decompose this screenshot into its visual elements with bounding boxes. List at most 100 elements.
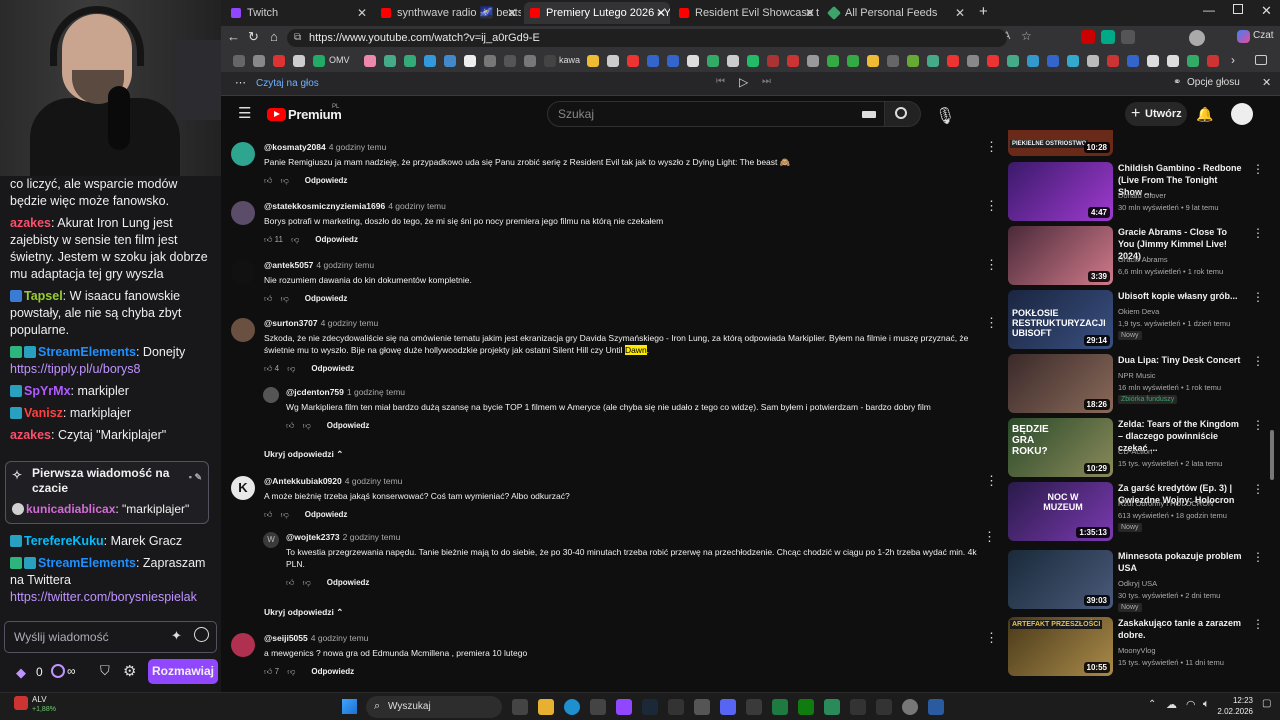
points-icon[interactable]: ◆: [16, 665, 26, 681]
related-video[interactable]: BĘDZIE GRA ROKU? 10:29 Zelda: Tears of th…: [1008, 418, 1273, 478]
bookmark-icon[interactable]: [747, 55, 759, 67]
bookmark-icon[interactable]: [273, 55, 285, 67]
bookmark-icon[interactable]: [667, 55, 679, 67]
reply-button[interactable]: Odpowiedz: [311, 667, 354, 676]
like-icon[interactable]: 👍︎: [264, 176, 272, 185]
comment-author[interactable]: @statekkosmicznyziemia1696: [264, 201, 385, 211]
bookmark-icon[interactable]: [767, 55, 779, 67]
video-thumbnail[interactable]: ARTEFAKT PRZESZŁOŚCI 10:55: [1008, 617, 1113, 676]
chat-link[interactable]: https://twitter.com/borysniespielak: [10, 590, 197, 604]
comment-time[interactable]: 4 godziny temu: [321, 318, 379, 328]
like-icon[interactable]: 👍︎: [286, 421, 294, 430]
channel-name[interactable]: Okiem Deva: [1118, 307, 1159, 316]
dislike-icon[interactable]: 👎︎: [281, 176, 289, 185]
avatar[interactable]: [231, 260, 255, 284]
comment-author[interactable]: @wojtek2373: [286, 532, 340, 542]
related-video[interactable]: 18:26 Dua Lipa: Tiny Desk Concert NPR Mu…: [1008, 354, 1273, 414]
chat-username[interactable]: azakes: [10, 428, 51, 442]
chat-send-button[interactable]: Rozmawiaj: [148, 659, 218, 684]
video-title[interactable]: Ubisoft kopie własny grób...: [1118, 290, 1243, 302]
bookmark-icon[interactable]: [1147, 55, 1159, 67]
app-icon[interactable]: [746, 699, 762, 715]
bookmark-icon[interactable]: [364, 55, 376, 67]
bookmark-icon[interactable]: [484, 55, 496, 67]
comment-author[interactable]: @Antekkubiak0920: [264, 476, 342, 486]
cloud-icon[interactable]: ☁: [1166, 698, 1177, 711]
reply-button[interactable]: Odpowiedz: [327, 578, 370, 587]
reply-button[interactable]: Odpowiedz: [311, 364, 354, 373]
comment-time[interactable]: 2 godziny temu: [343, 532, 401, 542]
chat-username[interactable]: Vanisz: [24, 406, 63, 420]
comment-menu-icon[interactable]: ⋮: [985, 474, 998, 487]
bookmark-icon[interactable]: [607, 55, 619, 67]
comment-menu-icon[interactable]: ⋮: [985, 631, 998, 644]
tab-resident-evil[interactable]: Resident Evil Showcase to nieśmie✕: [673, 2, 819, 24]
notification-icon[interactable]: ▢: [1262, 698, 1271, 709]
home-icon[interactable]: ⌂: [270, 29, 278, 44]
bookmark-icon[interactable]: [444, 55, 456, 67]
app-icon[interactable]: [850, 699, 866, 715]
minimize-icon[interactable]: —: [1203, 3, 1215, 17]
bookmark-icon[interactable]: [1107, 55, 1119, 67]
gear-icon[interactable]: ⚙: [123, 662, 136, 680]
comment-time[interactable]: 4 godziny temu: [388, 201, 446, 211]
chat-username[interactable]: azakes: [10, 216, 51, 230]
bookmark-icon[interactable]: [233, 55, 245, 67]
shield-icon[interactable]: ⛉: [100, 663, 110, 679]
app-icon[interactable]: [668, 699, 684, 715]
video-title[interactable]: Minnesota pokazuje problem USA: [1118, 550, 1243, 574]
bookmark-icon[interactable]: [707, 55, 719, 67]
bookmark-icon[interactable]: [384, 55, 396, 67]
video-menu-icon[interactable]: ⋮: [1252, 354, 1264, 368]
more-options-icon[interactable]: ⋯: [235, 76, 246, 89]
channel-name[interactable]: Donald Glover: [1118, 191, 1166, 200]
search-button[interactable]: [885, 101, 921, 127]
bookmark-icon[interactable]: [807, 55, 819, 67]
discord-icon[interactable]: [720, 699, 736, 715]
video-menu-icon[interactable]: ⋮: [1252, 418, 1264, 432]
channel-name[interactable]: MoonyVlog: [1118, 646, 1156, 655]
related-video[interactable]: 4:47 Childish Gambino - Redbone (Live Fr…: [1008, 162, 1273, 222]
bookmark-icon[interactable]: [293, 55, 305, 67]
chat-username[interactable]: kunicadiablicax: [26, 502, 115, 516]
comment-author[interactable]: @seiji5055: [264, 633, 308, 643]
stock-icon[interactable]: [14, 696, 28, 710]
reply-button[interactable]: Odpowiedz: [327, 421, 370, 430]
comment-menu-icon[interactable]: ⋮: [985, 258, 998, 271]
app-icon[interactable]: [824, 699, 840, 715]
dislike-icon[interactable]: 👎︎: [291, 235, 299, 244]
voice-search-icon[interactable]: 🎙: [935, 106, 955, 126]
comment-menu-icon[interactable]: ⋮: [983, 530, 996, 543]
extension-icon[interactable]: [1121, 30, 1135, 44]
wifi-icon[interactable]: ◠: [1186, 698, 1196, 711]
video-thumbnail[interactable]: NOC W MUZEUM 1:35:13: [1008, 482, 1113, 541]
extension-icon[interactable]: [1081, 30, 1095, 44]
stock-ticker[interactable]: ALV: [32, 695, 47, 704]
avatar[interactable]: [231, 142, 255, 166]
hide-replies-button[interactable]: Ukryj odpowiedzi ⌃: [264, 607, 343, 618]
avatar[interactable]: K: [231, 476, 255, 500]
comment-menu-icon[interactable]: ⋮: [985, 316, 998, 329]
profile-avatar[interactable]: [1189, 30, 1205, 46]
video-menu-icon[interactable]: ⋮: [1252, 550, 1264, 564]
close-tab-icon[interactable]: ✕: [507, 2, 517, 24]
like-icon[interactable]: 👍︎: [264, 294, 272, 303]
bookmark-icon[interactable]: [504, 55, 516, 67]
related-video[interactable]: 3:39 Gracie Abrams - Close To You (Jimmy…: [1008, 226, 1273, 286]
tab-feeds[interactable]: All Personal Feeds ✕: [823, 2, 969, 24]
video-thumbnail[interactable]: 18:26: [1008, 354, 1113, 413]
like-icon[interactable]: 👍︎: [264, 235, 272, 244]
bookmark-icon[interactable]: [1127, 55, 1139, 67]
emote-icon[interactable]: [194, 627, 209, 642]
bookmark-omv[interactable]: OMV: [329, 55, 350, 65]
bookmark-icon[interactable]: [627, 55, 639, 67]
comment-author[interactable]: @kosmaty2084: [264, 142, 326, 152]
close-tab-icon[interactable]: ✕: [357, 2, 367, 24]
maximize-icon[interactable]: [1233, 4, 1243, 14]
channel-name[interactable]: NPR Music: [1118, 371, 1156, 380]
start-icon[interactable]: [342, 699, 357, 714]
bookmark-icon[interactable]: [787, 55, 799, 67]
bookmark-icon[interactable]: [424, 55, 436, 67]
menu-icon[interactable]: ☰: [238, 106, 251, 121]
taskbar-search[interactable]: ⌕ Wyszukaj: [366, 696, 502, 718]
